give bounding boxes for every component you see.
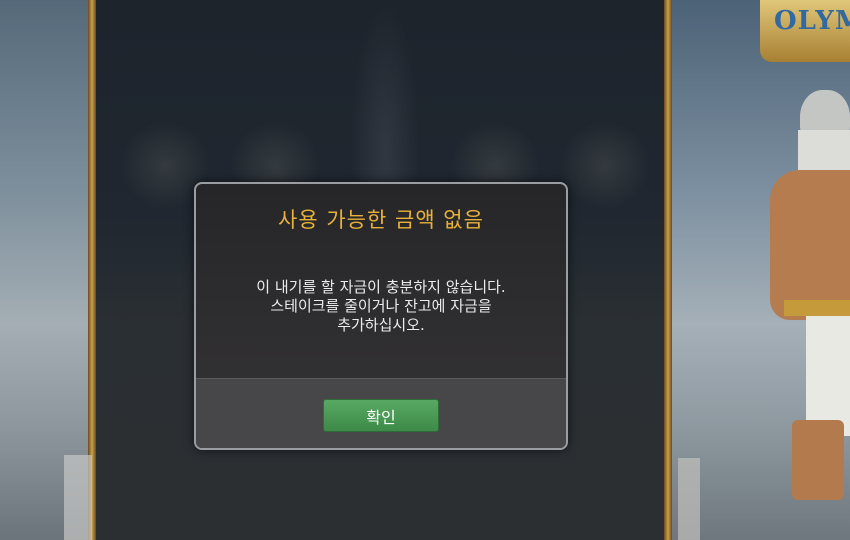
dialog-title: 사용 가능한 금액 없음 [278,208,484,232]
confirm-button[interactable]: 확인 [323,399,439,432]
zeus-character [770,80,850,500]
dialog-message-line: 스테이크를 줄이거나 잔고에 자금을 [270,297,492,315]
dialog-message: 이 내기를 할 자금이 충분하지 않습니다. 스테이크를 줄이거나 잔고에 자금… [196,278,566,335]
dialog-message-line: 추가하십시오. [337,316,425,334]
reel-symbol [560,120,650,210]
insufficient-funds-dialog: 사용 가능한 금액 없음 이 내기를 할 자금이 충분하지 않습니다. 스테이크… [194,182,568,450]
marble-column [678,458,700,540]
game-logo-text: OLYM [774,6,850,36]
dialog-footer: 확인 [196,378,566,448]
dialog-message-line: 이 내기를 할 자금이 충분하지 않습니다. [256,278,506,296]
game-logo: OLYM [760,0,850,62]
marble-column [64,455,92,540]
